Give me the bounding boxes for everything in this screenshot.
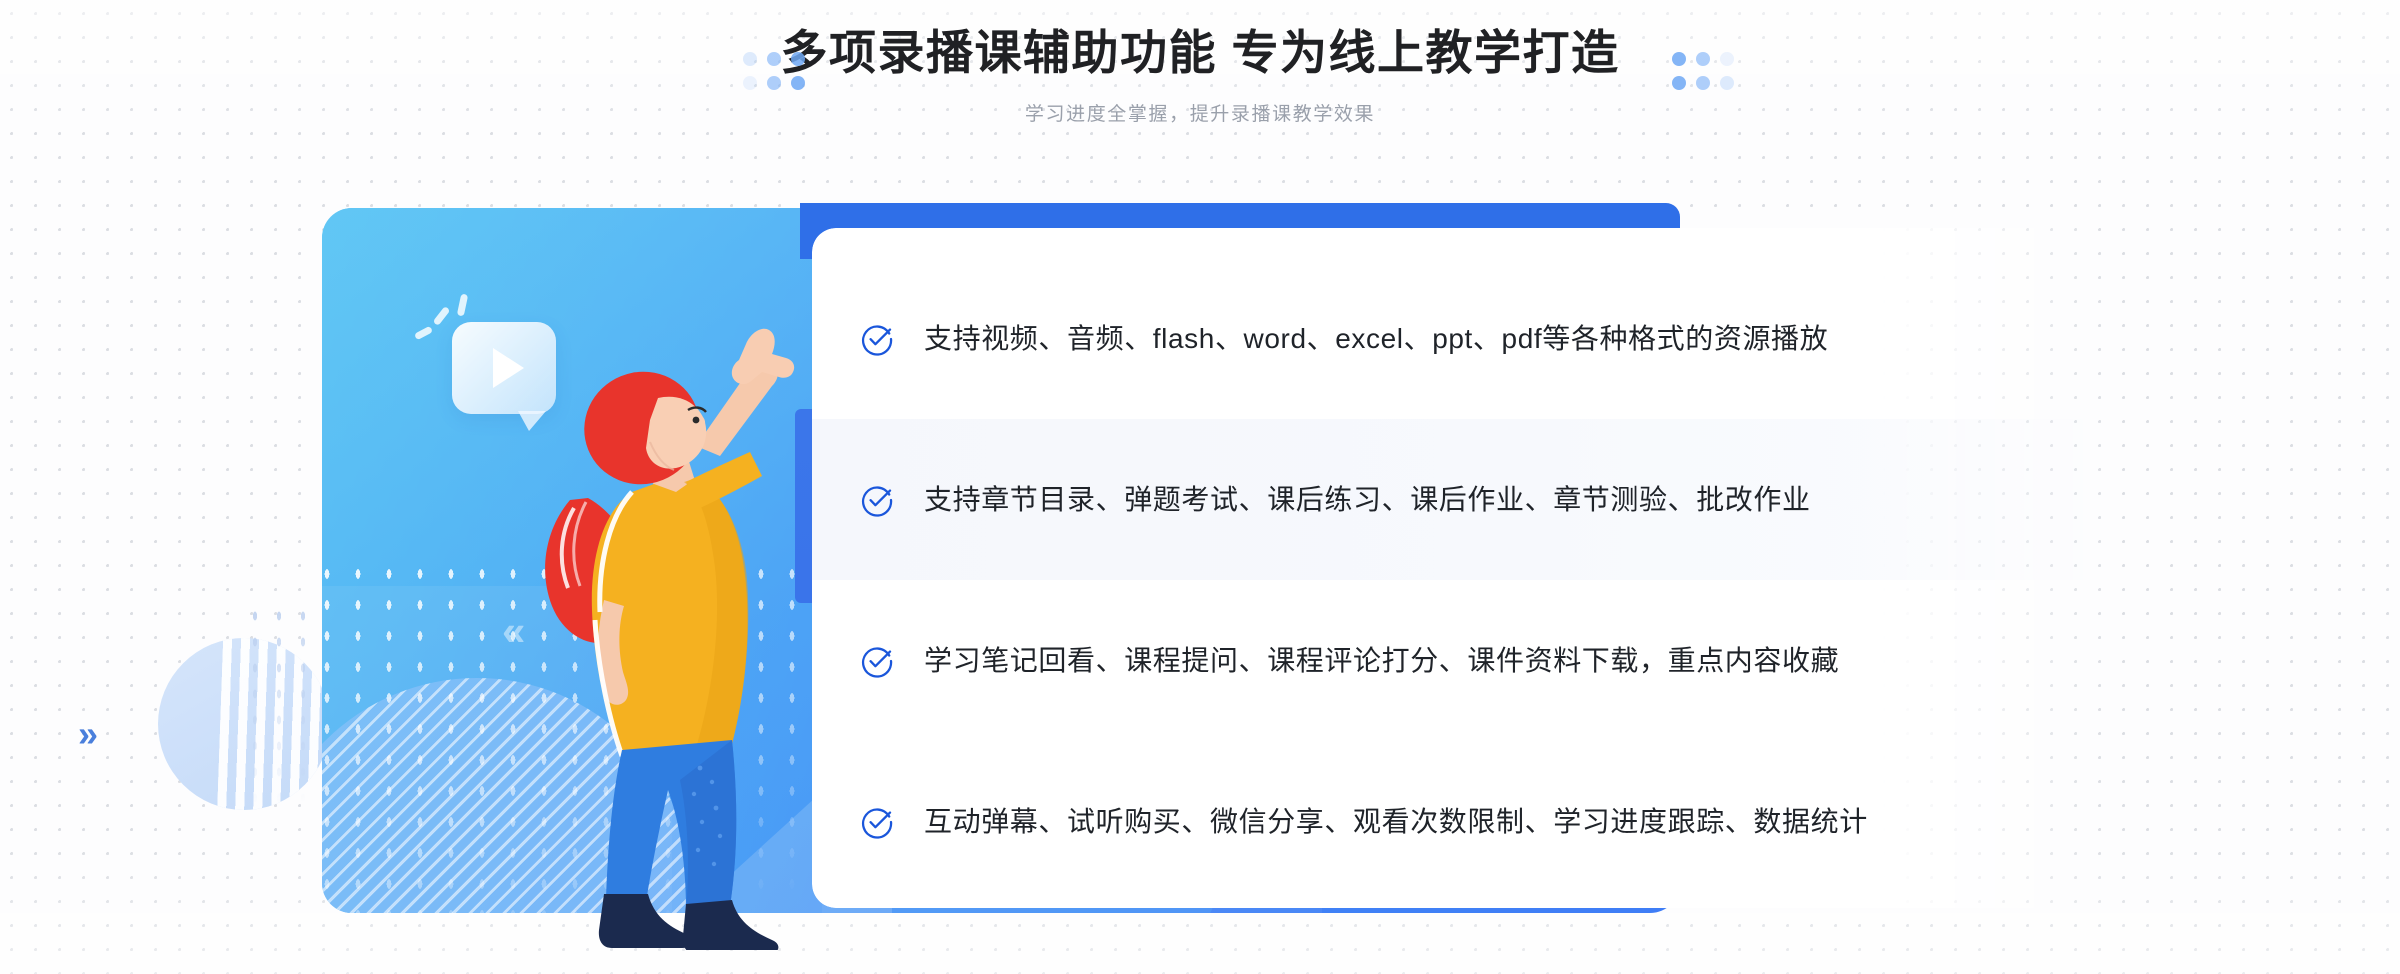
- feature-text: 互动弹幕、试听购买、微信分享、观看次数限制、学习进度跟踪、数据统计: [924, 805, 1868, 837]
- header: 多项录播课辅助功能 专为线上教学打造 学习进度全掌握，提升录播课教学效果: [0, 0, 2400, 126]
- dot-cluster-right-icon: [1672, 52, 1734, 90]
- page-root: 多项录播课辅助功能 专为线上教学打造 学习进度全掌握，提升录播课教学效果 » «: [0, 0, 2400, 974]
- feature-row-3[interactable]: 学习笔记回看、课程提问、课程评论打分、课件资料下载，重点内容收藏: [812, 580, 2112, 741]
- feature-text: 学习笔记回看、课程提问、课程评论打分、课件资料下载，重点内容收藏: [924, 644, 1840, 676]
- character-illustration: [545, 328, 795, 950]
- chevron-right-icon: »: [78, 713, 99, 754]
- feature-text: 支持视频、音频、flash、word、excel、ppt、pdf等各种格式的资源…: [924, 322, 1829, 354]
- check-circle-icon: [860, 644, 894, 678]
- page-title: 多项录播课辅助功能 专为线上教学打造: [780, 26, 1620, 79]
- feature-card: 支持视频、音频、flash、word、excel、ppt、pdf等各种格式的资源…: [812, 228, 2112, 908]
- feature-text: 支持章节目录、弹题考试、课后练习、课后作业、章节测验、批改作业: [924, 483, 1811, 515]
- feature-list: 支持视频、音频、flash、word、excel、ppt、pdf等各种格式的资源…: [812, 258, 2112, 902]
- dot-cluster-left-icon: [743, 52, 805, 90]
- page-subtitle: 学习进度全掌握，提升录播课教学效果: [1024, 103, 1376, 125]
- check-circle-icon: [860, 805, 894, 839]
- feature-row-4[interactable]: 互动弹幕、试听购买、微信分享、观看次数限制、学习进度跟踪、数据统计: [812, 741, 2112, 902]
- check-circle-icon: [860, 322, 894, 356]
- check-circle-icon: [860, 483, 894, 517]
- feature-row-1[interactable]: 支持视频、音频、flash、word、excel、ppt、pdf等各种格式的资源…: [812, 258, 2112, 419]
- feature-row-2[interactable]: 支持章节目录、弹题考试、课后练习、课后作业、章节测验、批改作业: [812, 419, 2112, 580]
